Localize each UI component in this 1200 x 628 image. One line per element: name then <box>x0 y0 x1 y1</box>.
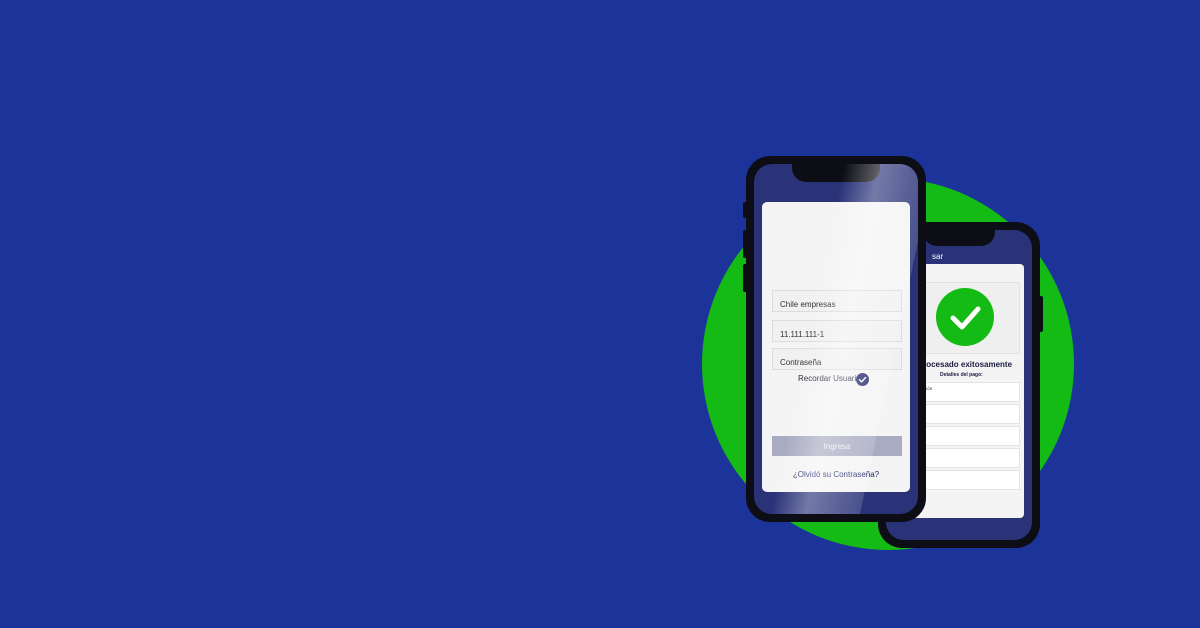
checkmark-icon[interactable] <box>856 373 869 386</box>
forgot-password-link[interactable]: ¿Olvidó su Contraseña? <box>762 470 910 479</box>
phone-side-button <box>743 230 747 258</box>
phone-side-button <box>743 264 747 292</box>
check-circle-icon <box>936 288 994 346</box>
screen-footer-bar <box>886 518 1032 540</box>
rut-field[interactable] <box>772 320 902 342</box>
remember-user-label: Recordar Usuario <box>798 374 861 383</box>
phone-side-button <box>1039 296 1043 332</box>
company-field[interactable] <box>772 290 902 312</box>
phone-notch <box>792 164 880 182</box>
details-label: Detalles del pago: <box>940 372 983 378</box>
ingresa-button[interactable]: Ingresa <box>772 436 902 456</box>
screen-footer-bar <box>754 492 918 514</box>
phone-side-button <box>743 202 747 218</box>
login-form-card: Recordar Usuario Ingresa ¿Olvidó su Cont… <box>762 202 910 492</box>
hero-banner: sar fue procesado exitosamente Detalles … <box>0 0 1200 628</box>
password-field[interactable] <box>772 348 902 370</box>
header-title: sar <box>932 252 944 261</box>
login-screen: Recordar Usuario Ingresa ¿Olvidó su Cont… <box>754 164 918 514</box>
phone-login-mockup: Recordar Usuario Ingresa ¿Olvidó su Cont… <box>743 156 926 522</box>
phone-notch <box>923 230 995 246</box>
